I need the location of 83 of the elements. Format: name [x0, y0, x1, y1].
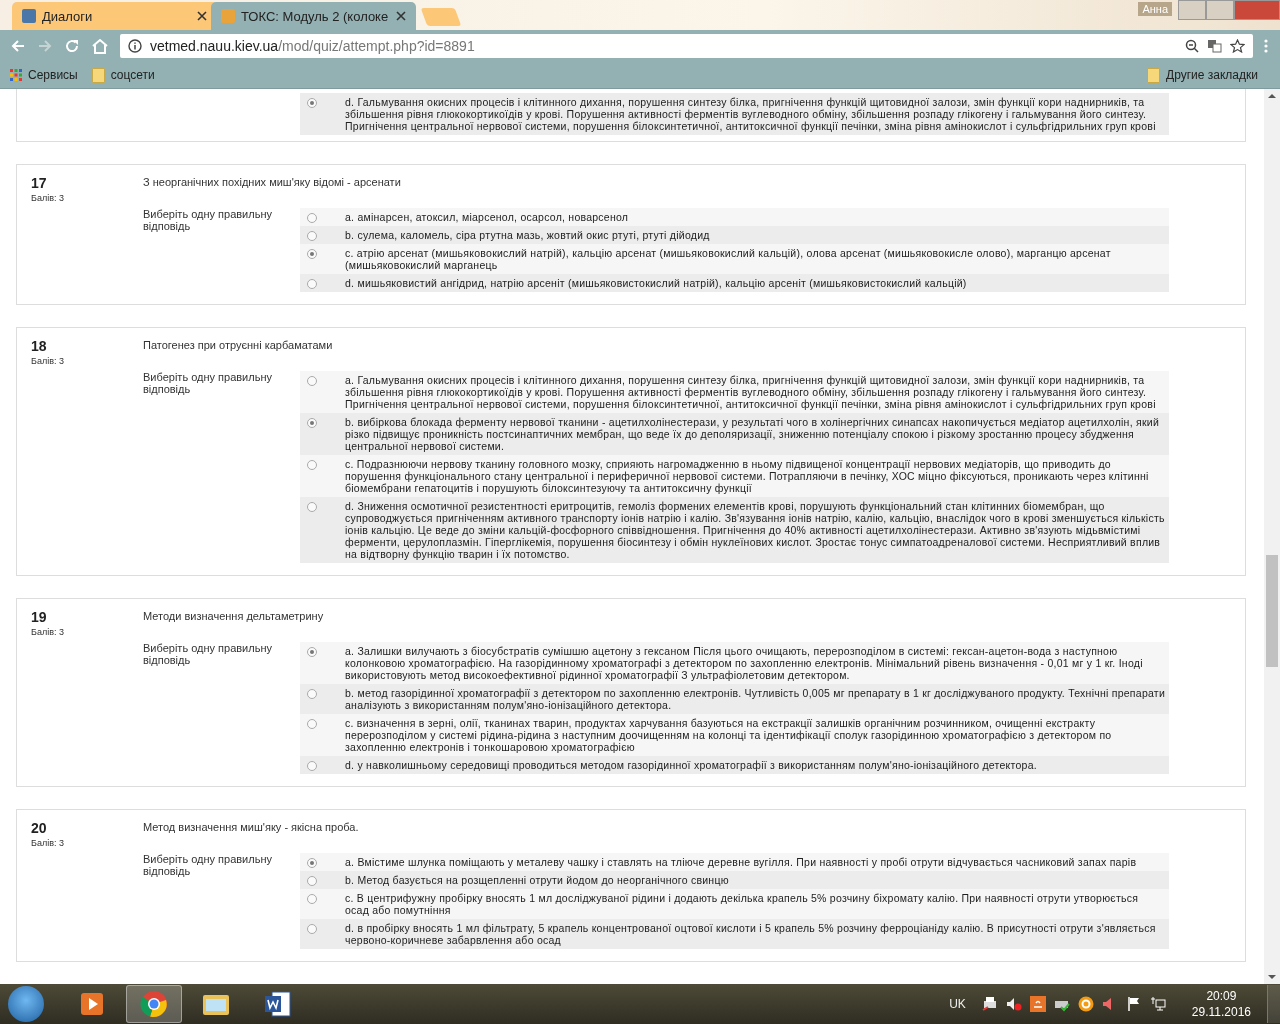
question-text: Метод визначення миш'яку - якісна проба.	[143, 821, 360, 833]
back-icon[interactable]	[10, 38, 26, 54]
question-number: 19	[31, 609, 48, 625]
answer-option[interactable]: c. визначення в зерні, олії, тканинах тварин, продуктах харчування базуються на екстракції залишків органічним розчинником, очищенні екстракту перерозподілом у системі рідина-рідина з наступним доочищенням на колонці та ідентифікації сполук газорідинною хроматографією з детектором по захопленню електронів і тонкошаровою хроматографією	[300, 714, 1169, 756]
radio-button[interactable]	[307, 894, 317, 904]
radio-button[interactable]	[307, 213, 317, 223]
folder-icon	[1147, 67, 1161, 83]
radio-button[interactable]	[307, 647, 317, 657]
folder-icon	[91, 67, 105, 83]
question-mark: Балів: 3	[31, 193, 65, 203]
radio-button[interactable]	[307, 876, 317, 886]
close-icon[interactable]	[396, 11, 406, 21]
answer-option[interactable]: d. в пробірку вносять 1 мл фільтрату, 5 крапель концентрованої оцтової кислоти і 5 крапель 5% розчину ферроціаніду калію. В присутності отрути з'являється червоно-коричневе забарвлення або осад	[300, 919, 1169, 949]
apps-grid-icon	[10, 69, 22, 81]
window-controls[interactable]	[1178, 0, 1280, 20]
question-number: 18	[31, 338, 48, 354]
answer-option[interactable]: d. Гальмування окисних процесів і клітинного дихання, порушення синтезу білка, пригнічення функцій щитовидної залози, змін функції кори наднирників, та збільшення рівня глюкокортикоїдів у крові. Порушення активності ферментів вуглеводного обміну, збільшення розпаду глікогену і гальмування його синтезу. Пригнічення центральної нервової системи, порушення білоксинтетичної, антитоксичної функції печінки, зміна рівня амінокислот і сульфгідрильних груп крові	[300, 93, 1169, 135]
answer-option[interactable]: b. метод газорідинної хроматографії з детектором по захопленню електронів. Чутливість 0,005 мг препарату в 1 кг досліджуваного продукту. Технічні препарати аналізують з використанням полум'яно-іонізаційного детектора.	[300, 684, 1169, 714]
answer-option[interactable]: c. В центрифужну пробірку вносять 1 мл досліджуваної рідини і додають декілька крапель 5% розчину біхромату калію. При наявності отрути утворюється осад або помутніння	[300, 889, 1169, 919]
scrollbar-thumb[interactable]	[1266, 555, 1278, 667]
question-number: 17	[31, 175, 48, 191]
printer-icon[interactable]	[981, 996, 998, 1012]
info-icon[interactable]	[128, 39, 142, 53]
radio-button[interactable]	[307, 719, 317, 729]
browser-icon	[140, 990, 168, 1018]
answer-option[interactable]: b. Метод базується на розщепленні отрути йодом до неорганічного свинцю	[300, 871, 1169, 889]
network-icon[interactable]	[1149, 996, 1166, 1012]
radio-button[interactable]	[307, 502, 317, 512]
question-mark: Балів: 3	[31, 356, 65, 366]
radio-button[interactable]	[307, 418, 317, 428]
start-button[interactable]	[8, 986, 44, 1022]
radio-button[interactable]	[307, 858, 317, 868]
answer-option[interactable]: a. Вмістиме шлунка поміщають у металеву чашку і ставлять на тліюче деревне вугілля. При наявності у пробі отрути відчувається часниковий запах парів	[300, 853, 1169, 871]
answer-option[interactable]: b. вибіркова блокада ферменту нервової тканини - ацетилхолінестерази, у результаті чого в холінергічних синапсах накопичується медіатор ацетилхолін, який різко підвищує проникність постсинаптичних мембран, що веде їх до деполяризації, зниженню потенціалу спокою і різкому зростанню процесу збудження центральної нервової системи.	[300, 413, 1169, 455]
muted-speaker-icon[interactable]	[1005, 996, 1022, 1012]
radio-button[interactable]	[307, 460, 317, 470]
question-mark: Балів: 3	[31, 627, 65, 637]
bookmark-link[interactable]: соцсети	[110, 68, 155, 82]
browser-tab[interactable]: ТОКС: Модуль 2 (колоке	[211, 2, 416, 30]
radio-button[interactable]	[307, 924, 317, 934]
answer-option[interactable]: d. у навколишньому середовищі проводиться методом газорідинної хроматографії з використанням полум'яно-іонізаційного детектора.	[300, 756, 1169, 774]
media-player-icon	[79, 991, 105, 1017]
address-field[interactable]: vetmed.nauu.kiev.ua/mod/quiz/attempt.php?id=8891	[120, 34, 1253, 58]
radio-button[interactable]	[307, 279, 317, 289]
answer-option[interactable]: d. мишьяковистий ангідрид, натрію арсеніт (мишьяковистокислий натрій), кальцію арсеніт (мишьяковистокислий кальцій)	[300, 274, 1169, 292]
radio-button[interactable]	[307, 761, 317, 771]
reload-icon[interactable]	[64, 38, 80, 54]
answer-option[interactable]: a. амінарсен, атоксил, міарсенол, осарсол, новарсенол	[300, 208, 1169, 226]
home-icon[interactable]	[91, 38, 109, 54]
close-icon[interactable]	[197, 11, 207, 21]
radio-button[interactable]	[307, 376, 317, 386]
star-icon[interactable]	[1230, 39, 1245, 53]
bookmark-link[interactable]: Сервисы	[28, 68, 78, 82]
answer-option[interactable]: c. атрію арсенат (мишьяковокислий натрій), кальцію арсенат (мишьяковокислий кальцій), олова арсенат (мишьяковокисле олово), марганцю арсенат (мишьяковокислий марганець	[300, 244, 1169, 274]
answer-prompt: Виберіть одну правильну відповідь	[143, 853, 273, 877]
answer-option[interactable]: a. Залишки вилучають з біосубстратів сумішшю ацетону з гексаном Після цього очищають, перерозподілом в системі: гексан-ацетон-вода з наступною колонковою хроматографією. На газорідинному хроматографі з детектором по захопленню електронів. Мінімальний рівень визначення - 0,01 мг у 1 кг. Іноді використовують метод високоефективної рідинної хроматографії З ультрафіолетовим детектором.	[300, 642, 1169, 684]
question-text: З неорганічних похідних миш'яку відомі - арсенати	[143, 176, 402, 188]
answer-prompt: Виберіть одну правильну відповідь	[143, 642, 273, 666]
answer-prompt: Виберіть одну правильну відповідь	[143, 208, 273, 232]
answer-option[interactable]: a. Гальмування окисних процесів і клітинного дихання, порушення синтезу білка, пригнічення функцій щитовидної залози, змін функції кори наднирників, та збільшення рівня глюкокортикоїдів у крові. Порушення активності ферментів вуглеводного обміну, збільшення розпаду глікогену і гальмування його синтезу. Пригнічення центральної нервової системи, порушення білоксинтетичної, антитоксичної функції печінки, зміна рівня амінокислот і сульфгідрильних груп крові	[300, 371, 1169, 413]
question-text: Методи визначення дельтаметрину	[143, 610, 325, 622]
ring-icon[interactable]	[1077, 996, 1094, 1012]
question-number: 20	[31, 820, 48, 836]
translate-icon[interactable]	[1207, 39, 1222, 53]
bookmark-link[interactable]: Другие закладки	[1166, 68, 1258, 82]
radio-button[interactable]	[307, 231, 317, 241]
language-indicator[interactable]: UK	[949, 997, 966, 1011]
menu-icon[interactable]	[1264, 39, 1268, 53]
answer-option[interactable]: c. Подразнюючи нервову тканину головного мозку, сприяють нагромадженню в ньому підвищеної концентрації нервових медіаторів, що приводить до порушення функціонального стану центральної і периферичної нервової системи. Потрапляючи в печінку, ХОС міцно фіксуються, проникають через клітинні біомембрани гепатоцитів і порушують білоксинтезуючу та антитоксичну функції	[300, 455, 1169, 497]
answer-option[interactable]: b. сулема, каломель, сіра ртутна мазь, жовтий окис ртуті, ртуті дійодид	[300, 226, 1169, 244]
radio-button[interactable]	[307, 98, 317, 108]
answer-prompt: Виберіть одну правильну відповідь	[143, 371, 273, 395]
radio-button[interactable]	[307, 249, 317, 259]
answer-option[interactable]: d. Зниження осмотичної резистентності еритроцитів, гемоліз формених елементів крові, порушують функціональний стан клітинних біомембран, що супроводжується пригніченням активного транспорту іонів натрію і калію. Зв'язування іонів натрію, калію, кальцію, внаслідок чого в крові зменшується кількість іонів кальцію. Це веде до зміни кальцій-фосфорного співвідношення. Пригнічення до 40% активності ацетилхолінестерази. Активно зв'язують мідьвмістимі ферменти, церулоплазмін. Гіперглікемія, порушення біосинтезу і обмін нуклеїнових кислот. Зростає тонус симпатоадреналової системи. Несприятливий вплив на відтворну функцію тварин і їх потомство.	[300, 497, 1169, 563]
taskbar-clock[interactable]: 20:09 29.11.2016	[1191, 988, 1251, 1020]
question-text: Патогенез при отруєнні карбаматами	[143, 339, 334, 351]
radio-button[interactable]	[307, 689, 317, 699]
scrollbar[interactable]	[1264, 89, 1280, 984]
zoom-icon[interactable]	[1185, 39, 1199, 53]
flag-icon[interactable]	[1125, 996, 1142, 1012]
folder-icon	[202, 992, 230, 1016]
question-mark: Балів: 3	[31, 838, 65, 848]
document-icon	[264, 991, 292, 1017]
